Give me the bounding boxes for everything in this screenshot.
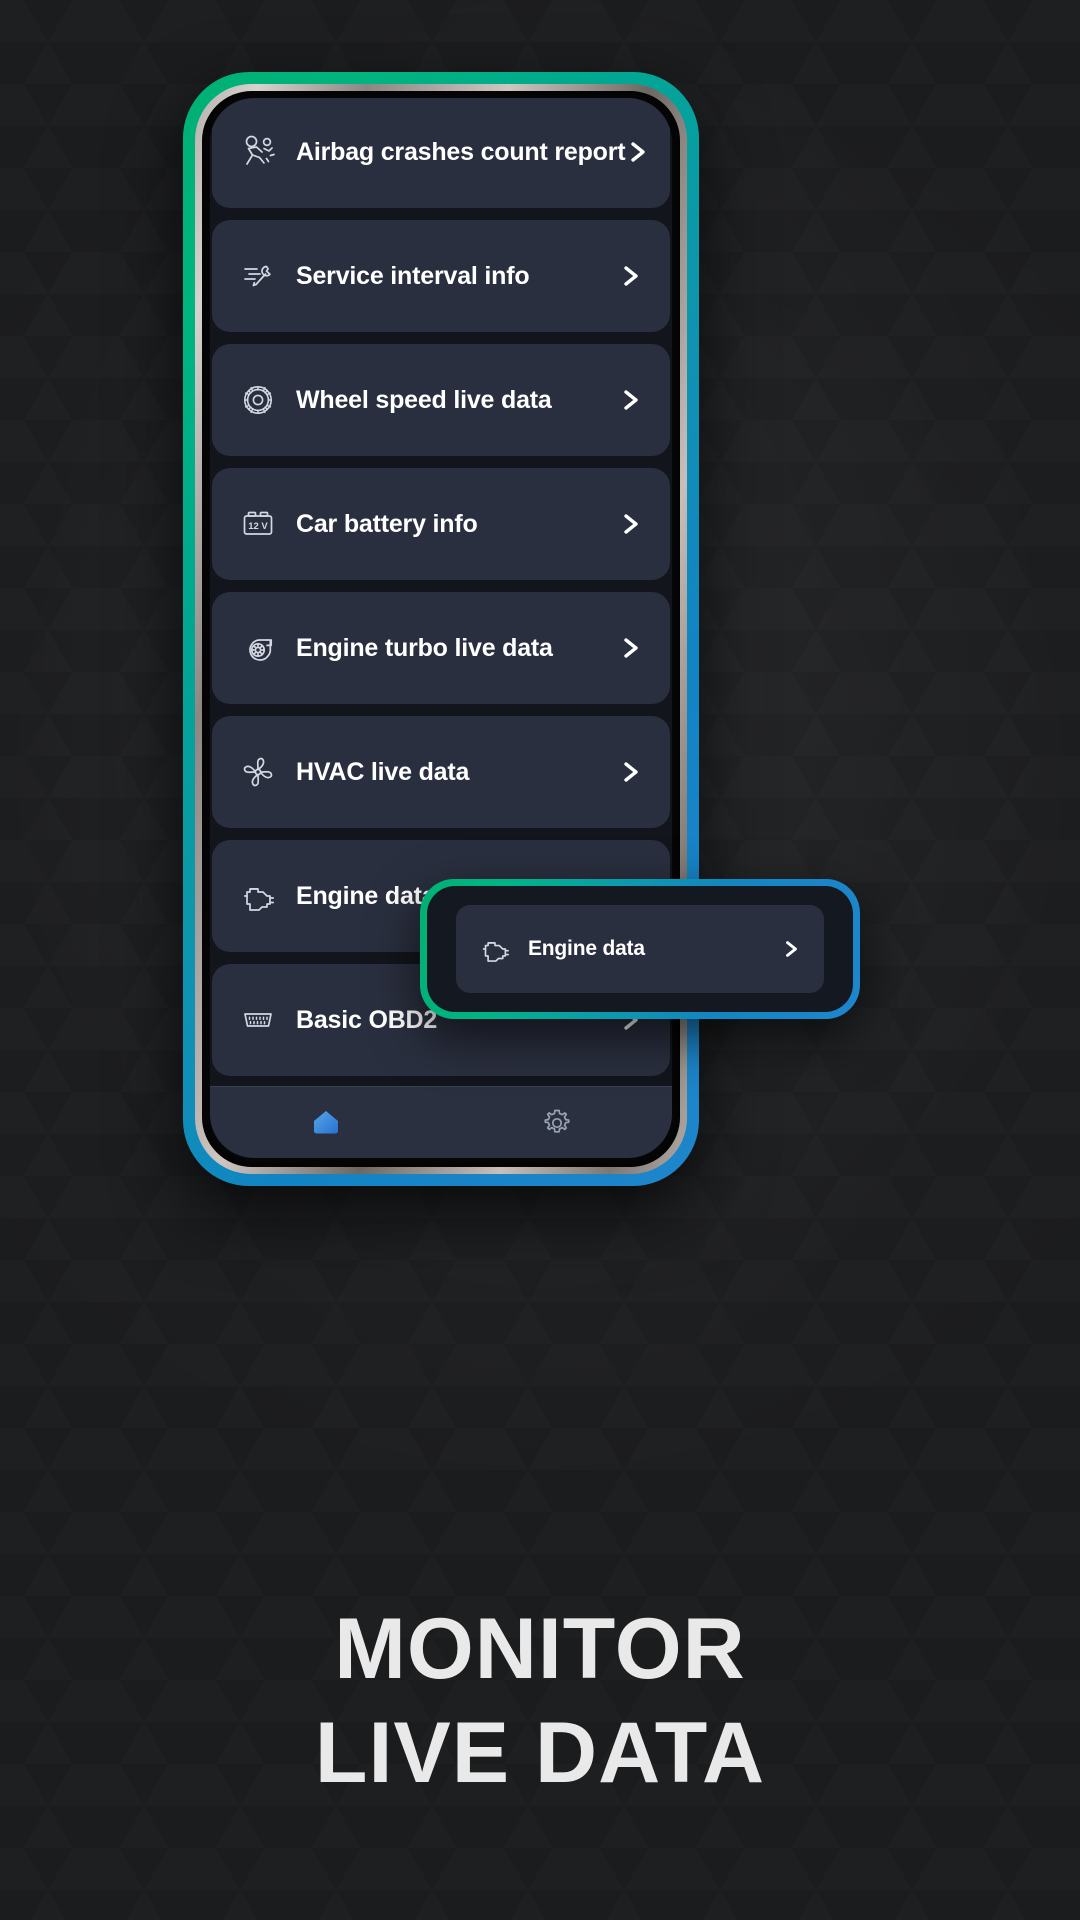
turbo-icon: [236, 626, 280, 670]
menu-item-label: Engine turbo live data: [296, 633, 553, 662]
fan-icon: [236, 750, 280, 794]
menu-item-car-battery-info[interactable]: 12 V Car battery info: [212, 468, 670, 580]
menu-item-label: Car battery info: [296, 509, 478, 538]
home-icon: [307, 1104, 345, 1142]
chevron-right-icon: [625, 137, 651, 167]
chevron-right-icon: [618, 633, 644, 663]
menu-item-label: Wheel speed live data: [296, 385, 552, 414]
menu-item-label: Airbag crashes count report: [296, 137, 626, 166]
zoom-callout: Engine data: [420, 879, 860, 1019]
airbag-crash-icon: [236, 130, 280, 174]
gear-icon: [539, 1105, 575, 1141]
nav-item-home[interactable]: [210, 1087, 441, 1158]
engine-icon: [236, 874, 280, 918]
chevron-right-icon: [618, 385, 644, 415]
headline-line-2: LIVE DATA: [314, 1705, 766, 1801]
callout-menu-item-engine-data[interactable]: Engine data: [456, 905, 824, 993]
engine-icon: [476, 930, 514, 968]
chevron-right-icon: [618, 757, 644, 787]
menu-item-service-interval-info[interactable]: Service interval info: [212, 220, 670, 332]
menu-item-label: Service interval info: [296, 261, 530, 290]
menu-item-engine-turbo-live-data[interactable]: Engine turbo live data: [212, 592, 670, 704]
nav-item-settings[interactable]: [441, 1087, 672, 1158]
menu-item-hvac-live-data[interactable]: HVAC live data: [212, 716, 670, 828]
obd2-connector-icon: [236, 998, 280, 1042]
callout-menu-item-label: Engine data: [528, 937, 645, 960]
menu-item-wheel-speed-live-data[interactable]: Wheel speed live data: [212, 344, 670, 456]
headline: MONITOR LIVE DATA: [0, 1606, 1080, 1796]
zoom-callout-inner: Engine data: [427, 886, 853, 1012]
battery-voltage-label: 12 V: [248, 521, 268, 532]
chevron-right-icon: [618, 261, 644, 291]
service-wrench-icon: [236, 254, 280, 298]
chevron-right-icon: [781, 937, 802, 961]
chevron-right-icon: [618, 509, 644, 539]
menu-item-label: HVAC live data: [296, 757, 470, 786]
car-battery-icon: 12 V: [236, 502, 280, 546]
bottom-navigation-bar: [210, 1086, 672, 1158]
menu-item-airbag-crashes-count-report[interactable]: Airbag crashes count report: [212, 98, 670, 208]
headline-line-1: MONITOR: [334, 1601, 746, 1697]
wheel-speed-icon: [236, 378, 280, 422]
